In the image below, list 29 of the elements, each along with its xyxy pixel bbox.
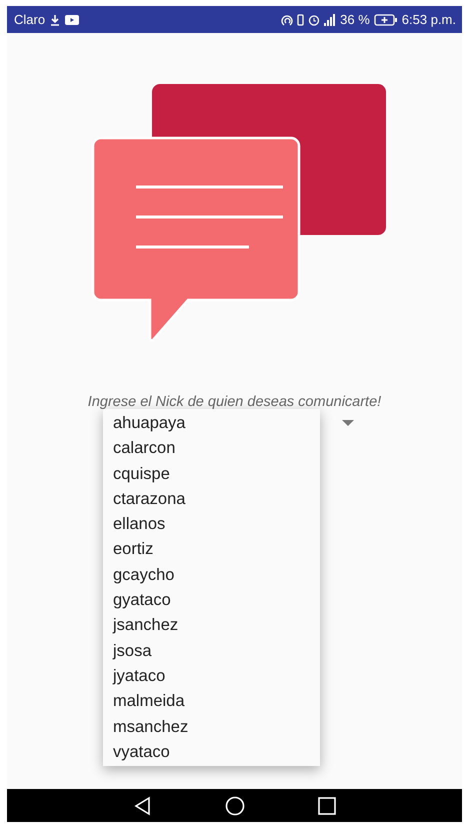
carrier-name: Claro [14,12,46,27]
dropdown-option[interactable]: gyataco [103,588,320,614]
hotspot-icon [281,14,294,26]
caret-icon[interactable] [342,420,354,427]
dropdown-option[interactable]: calarcon [103,436,320,462]
alarm-icon [308,14,320,26]
dropdown-option[interactable]: malmeida [103,689,320,715]
back-icon[interactable] [134,796,152,816]
download-icon [49,14,62,26]
dropdown-option[interactable]: msanchez [103,714,320,740]
dropdown-option[interactable]: cquispe [103,462,320,487]
dropdown-option[interactable]: jsanchez [103,613,320,639]
dropdown-option[interactable]: jsosa [103,638,320,664]
dropdown-option[interactable]: eortiz [103,537,320,563]
battery-percent: 36 % [340,12,370,27]
dropdown-option[interactable]: gcaycho [103,562,320,588]
vibrate-icon [297,14,304,26]
dropdown-option[interactable]: ellanos [103,512,320,538]
clock-time: 6:53 p.m. [402,12,456,27]
dropdown-option[interactable]: vyataco [103,740,320,766]
video-icon [65,14,80,24]
dropdown-option[interactable]: jyataco [103,664,320,690]
dropdown-option[interactable]: ctarazona [103,486,320,512]
dropdown-option[interactable]: ahuapaya [103,411,320,436]
home-icon[interactable] [224,796,244,816]
recents-icon[interactable] [318,796,336,814]
battery-icon [374,14,398,26]
signal-icon [324,13,336,26]
prompt-text: Ingrese el Nick de quien deseas comunicarte! [88,394,382,410]
